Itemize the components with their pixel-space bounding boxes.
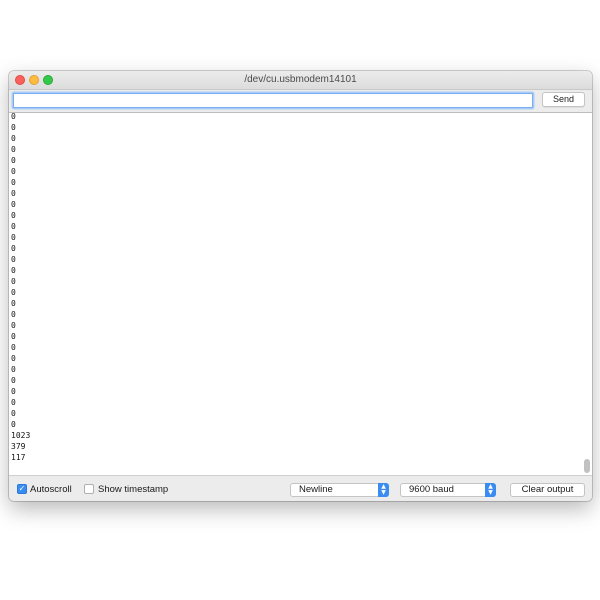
output-line: 0: [11, 420, 16, 429]
output-line: 0: [11, 134, 16, 143]
bottom-toolbar: ✓ Autoscroll Show timestamp Newline ▲ ▼ 9…: [9, 476, 592, 501]
serial-monitor-window: /dev/cu.usbmodem14101 Send 0000000000000…: [9, 71, 592, 501]
output-line: 0: [11, 365, 16, 374]
window-title: /dev/cu.usbmodem14101: [244, 74, 357, 85]
output-line: 0: [11, 178, 16, 187]
output-line: 0: [11, 145, 16, 154]
output-line: 0: [11, 255, 16, 264]
output-line: 0: [11, 233, 16, 242]
output-line: 0: [11, 277, 16, 286]
output-line: 117: [11, 453, 26, 462]
output-line: 0: [11, 376, 16, 385]
output-line: 0: [11, 354, 16, 363]
output-line: 0: [11, 211, 16, 220]
line-ending-select[interactable]: Newline ▲ ▼: [290, 483, 389, 497]
serial-output-area[interactable]: 0 0 0 0 0 0 0 0 0 0 0 0 0 0 0 0 0 0 0 0 0 0 0 0 0 0 0 0 0 1023 379 117: [9, 112, 592, 476]
vertical-scrollbar[interactable]: [583, 115, 590, 473]
output-line: 0: [11, 167, 16, 176]
show-timestamp-label[interactable]: Show timestamp: [98, 483, 168, 496]
autoscroll-label[interactable]: Autoscroll: [30, 483, 72, 496]
output-line: 0: [11, 299, 16, 308]
baud-rate-select[interactable]: 9600 baud ▲ ▼: [400, 483, 496, 497]
output-line: 0: [11, 222, 16, 231]
output-line: 0: [11, 266, 16, 275]
output-line: 0: [11, 112, 16, 121]
output-line: 0: [11, 332, 16, 341]
output-line: 0: [11, 310, 16, 319]
output-line: 0: [11, 156, 16, 165]
output-line: 379: [11, 442, 26, 451]
output-line: 1023: [11, 431, 31, 440]
autoscroll-checkbox[interactable]: ✓: [17, 484, 27, 494]
chevron-up-down-icon: ▲ ▼: [378, 483, 389, 497]
line-ending-value: Newline: [299, 484, 333, 495]
output-line: 0: [11, 409, 16, 418]
output-line: 0: [11, 398, 16, 407]
output-line: 0: [11, 343, 16, 352]
title-bar: /dev/cu.usbmodem14101: [9, 71, 592, 90]
serial-output-lines: 0 0 0 0 0 0 0 0 0 0 0 0 0 0 0 0 0 0 0 0 0 0 0 0 0 0 0 0 0 1023 379 117: [11, 112, 31, 463]
output-line: 0: [11, 288, 16, 297]
output-line: 0: [11, 123, 16, 132]
output-line: 0: [11, 200, 16, 209]
chevron-up-down-icon: ▲ ▼: [485, 483, 496, 497]
baud-rate-value: 9600 baud: [409, 484, 454, 495]
checkmark-icon: ✓: [18, 484, 26, 493]
scrollbar-thumb[interactable]: [584, 459, 590, 473]
output-line: 0: [11, 321, 16, 330]
send-button[interactable]: Send: [542, 92, 585, 107]
output-line: 0: [11, 244, 16, 253]
serial-send-input[interactable]: [13, 93, 533, 108]
show-timestamp-checkbox[interactable]: [84, 484, 94, 494]
clear-output-button[interactable]: Clear output: [510, 483, 585, 497]
output-line: 0: [11, 189, 16, 198]
output-line: 0: [11, 387, 16, 396]
